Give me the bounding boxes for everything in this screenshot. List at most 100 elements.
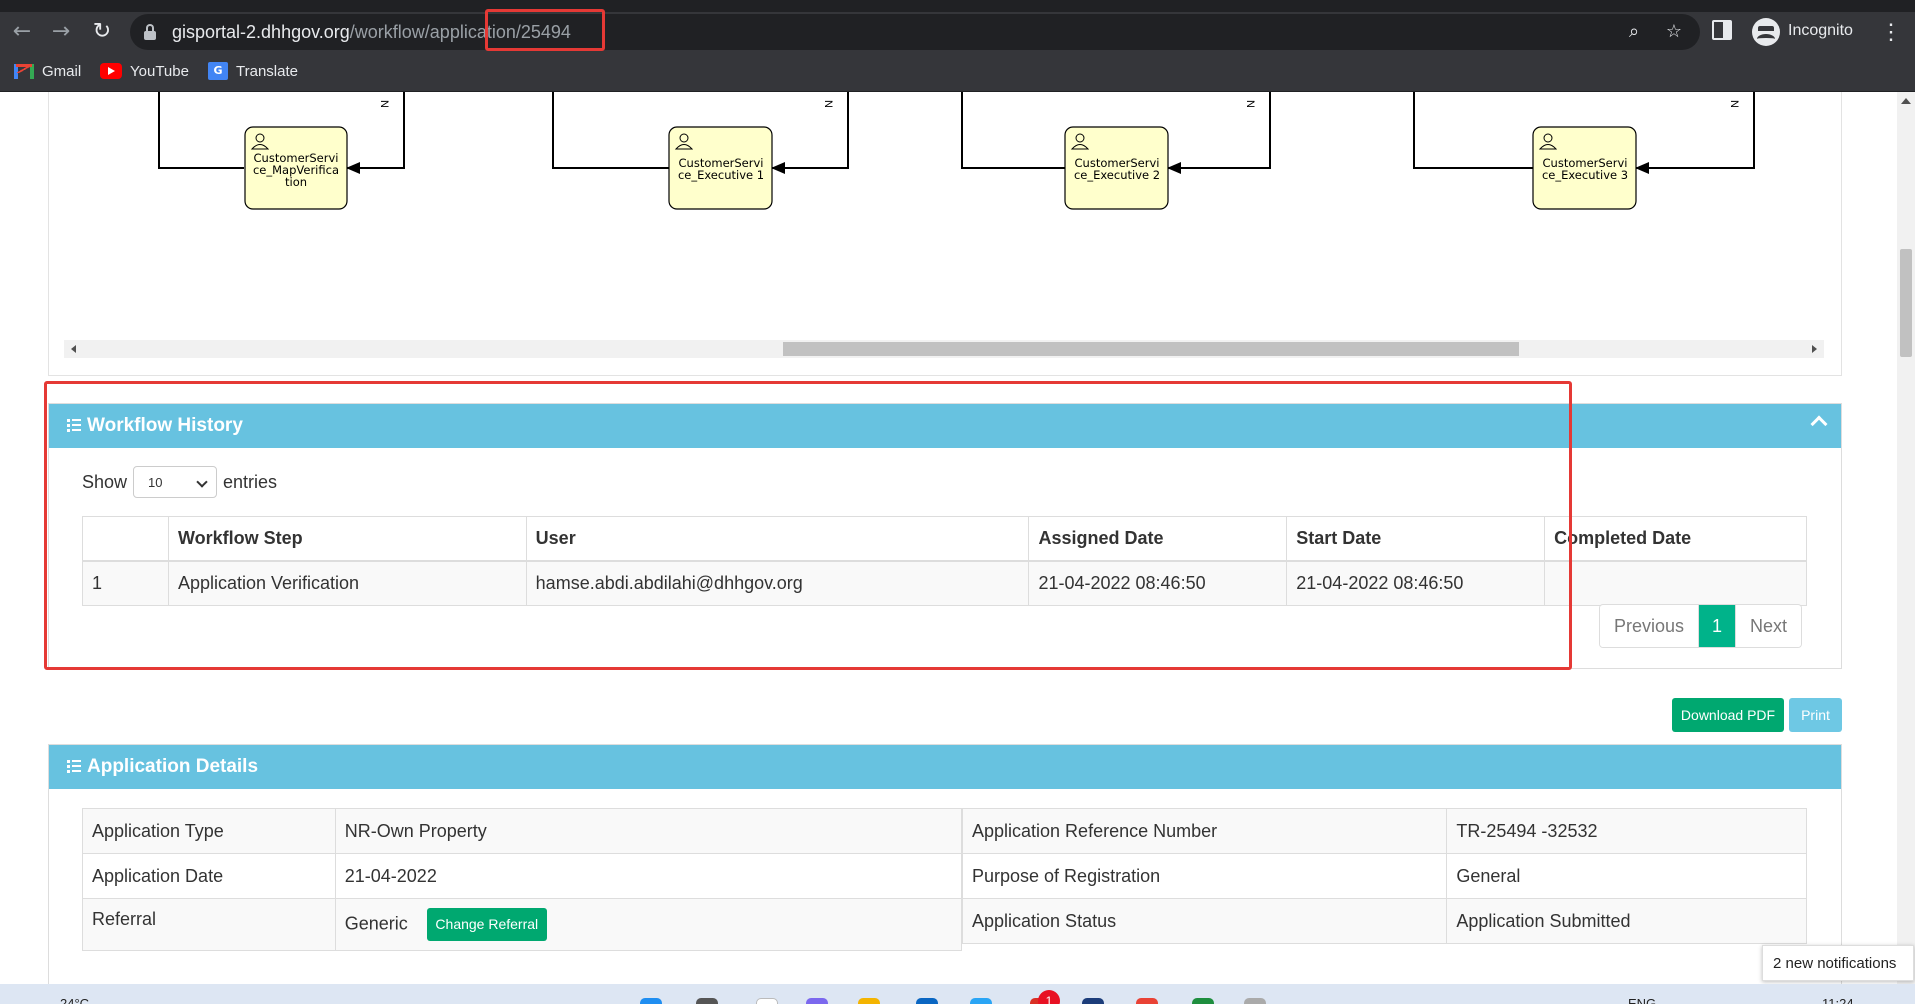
next-page-button[interactable]: Next [1735,605,1802,647]
reload-icon[interactable]: ↻ [88,18,116,46]
current-page-button[interactable]: 1 [1698,605,1736,647]
detail-value: Generic [344,913,408,934]
collapse-chevron-icon[interactable] [1810,415,1828,433]
clock[interactable]: 11:24 [1822,996,1854,1004]
zoom-icon[interactable]: ⌕ [1622,20,1646,44]
download-pdf-button[interactable]: Download PDF [1672,698,1784,732]
list-icon [67,760,81,773]
task-view-icon[interactable] [756,998,778,1004]
diagram-node[interactable]: CustomerServi ce_MapVerifica tion [244,126,348,210]
print-button[interactable]: Print [1789,698,1842,732]
column-header[interactable]: Start Date [1286,516,1546,562]
previous-page-button[interactable]: Previous [1600,605,1699,647]
back-icon[interactable]: ← [8,18,36,46]
url-highlight-box [485,9,605,51]
scroll-thumb[interactable] [783,342,1519,356]
entries-select[interactable]: 10 [133,466,217,498]
node-label: ce_Executive 1 [678,168,764,182]
weather-temp[interactable]: 24°C [60,996,89,1004]
bookmark-youtube[interactable]: YouTube [100,60,189,82]
diagram-edge [771,92,849,174]
row-number: 1 [82,560,169,606]
application-details-header[interactable]: Application Details [49,745,1841,789]
bookmark-translate[interactable]: G Translate [208,60,298,82]
column-header[interactable]: User [525,516,1030,562]
diagram-edge [158,92,244,169]
card-title: Workflow History [87,415,243,436]
notification-toast[interactable]: 2 new notifications [1762,945,1914,981]
detail-label: Purpose of Registration [961,853,1448,899]
workflow-history-header[interactable]: Workflow History [49,404,1841,448]
edge-label: N [1728,100,1740,108]
teams-icon[interactable] [806,998,828,1004]
incognito-icon[interactable] [1752,18,1780,46]
column-header[interactable] [82,516,169,562]
workflow-history-table: Workflow Step User Assigned Date Start D… [82,516,1807,606]
scroll-left-arrow-icon[interactable] [71,345,76,353]
workflow-diagram-panel: N N N N CustomerServi ce_MapVerifica tio… [48,92,1842,376]
detail-value: Application Submitted [1446,898,1807,944]
store-icon[interactable] [970,998,992,1004]
detail-value: TR-25494 -32532 [1446,808,1807,854]
application-details-card: Application Details Application Type NR-… [48,744,1842,984]
workflow-history-card: Workflow History Show 10 entries Workflo… [48,403,1842,669]
edge-icon[interactable] [916,998,938,1004]
excel-icon[interactable] [1192,998,1214,1004]
browser-menu-icon[interactable]: ⋮ [1880,18,1902,46]
diagram-node[interactable]: CustomerServi ce_Executive 2 [1064,126,1169,210]
chrome-profile-icon[interactable] [1136,998,1158,1004]
entries-label: entries [223,472,278,492]
card-title: Application Details [87,756,259,777]
app-icon[interactable] [1082,998,1104,1004]
side-panel-icon[interactable] [1712,20,1732,40]
file-explorer-icon[interactable] [858,998,880,1004]
url-host: gisportal-2.dhhgov.org [172,22,350,42]
list-icon [67,419,81,432]
change-referral-button[interactable]: Change Referral [426,908,547,941]
lock-icon [144,24,156,40]
table-header-row: Workflow Step User Assigned Date Start D… [82,516,1807,562]
column-header[interactable]: Assigned Date [1028,516,1288,562]
table-row: 1 Application Verification hamse.abdi.ab… [82,560,1807,606]
diagram-edge [961,92,1065,169]
address-bar[interactable]: gisportal-2.dhhgov.org/workflow/applicat… [130,14,1700,50]
edge-label: N [822,100,834,108]
bookmark-label: Gmail [42,62,82,80]
forward-icon[interactable]: → [47,18,75,46]
referral-cell: Generic Change Referral [334,898,963,951]
completed-date-cell [1544,560,1807,606]
bookmark-label: YouTube [130,62,189,80]
page-vertical-scrollbar[interactable] [1897,92,1915,984]
translate-icon: G [208,62,228,80]
start-date-cell: 21-04-2022 08:46:50 [1286,560,1546,606]
diagram-edge [346,92,405,174]
detail-row: Purpose of Registration General [961,853,1807,899]
profile-label[interactable]: Incognito [1788,22,1853,40]
gmail-icon [14,63,34,79]
application-details-left-table: Application Type NR-Own Property Applica… [82,808,963,951]
detail-row: Application Reference Number TR-25494 -3… [961,808,1807,854]
diagram-node[interactable]: CustomerServi ce_Executive 1 [668,126,773,210]
youtube-icon [100,63,122,79]
assigned-date-cell: 21-04-2022 08:46:50 [1028,560,1288,606]
pagination: Previous 1 Next [1599,604,1803,648]
bookmark-gmail[interactable]: Gmail [14,60,81,82]
language-indicator[interactable]: ENG [1628,996,1656,1004]
scroll-thumb[interactable] [1900,249,1912,357]
search-icon[interactable] [696,998,718,1004]
column-header[interactable]: Completed Date [1544,516,1807,562]
diagram-horizontal-scrollbar[interactable] [64,340,1824,358]
browser-toolbar: ← → ↻ gisportal-2.dhhgov.org/workflow/ap… [0,12,1915,52]
detail-row: Application Date 21-04-2022 [82,853,963,899]
start-icon[interactable] [640,998,662,1004]
detail-row: Application Type NR-Own Property [82,808,963,854]
column-header[interactable]: Workflow Step [167,516,527,562]
bookmark-star-icon[interactable]: ☆ [1662,20,1686,44]
scroll-up-arrow-icon[interactable] [1901,98,1911,104]
app-icon[interactable] [1244,998,1266,1004]
detail-value: NR-Own Property [334,808,963,854]
detail-label: Application Reference Number [961,808,1448,854]
scroll-right-arrow-icon[interactable] [1812,345,1817,353]
diagram-edge [552,92,669,169]
diagram-node[interactable]: CustomerServi ce_Executive 3 [1532,126,1637,210]
